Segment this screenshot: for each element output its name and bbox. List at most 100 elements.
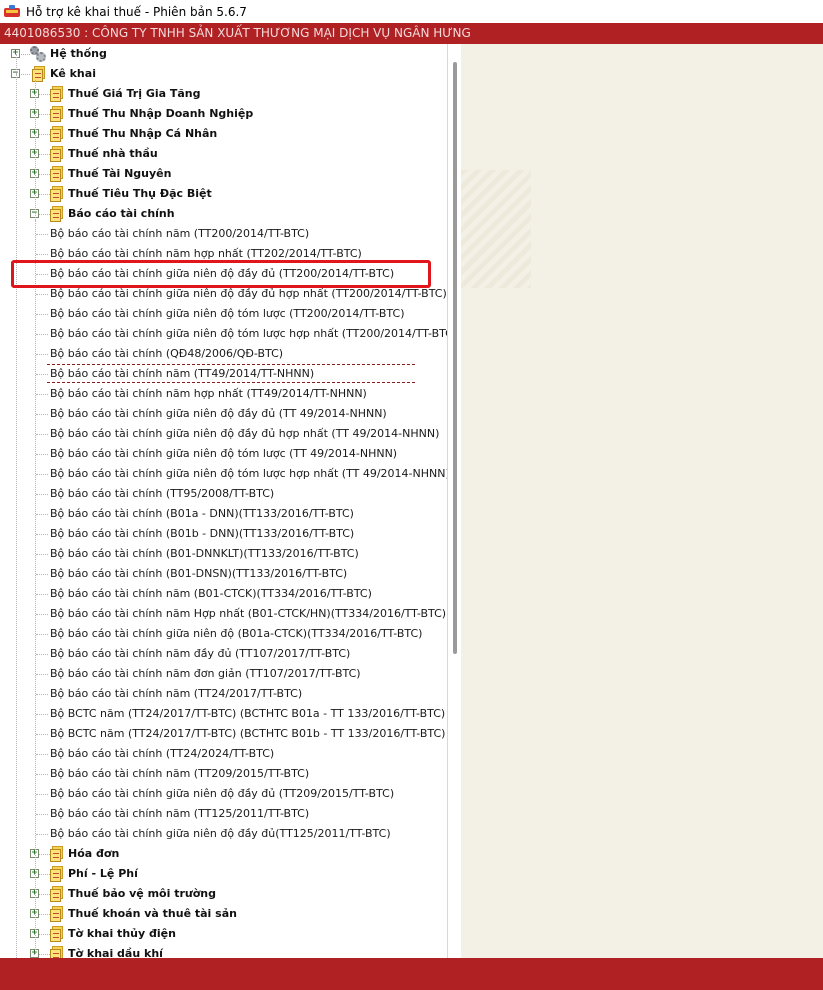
tree-connector-line [36,674,48,675]
tree-node-ke-khai[interactable]: Kê khai [0,64,447,84]
tree-group-label: Thuế Giá Trị Gia Tăng [68,87,201,100]
bctc-list-item[interactable]: Bộ báo cáo tài chính giữa niên độ tóm lư… [0,304,447,324]
window-title: Hỗ trợ kê khai thuế - Phiên bản 5.6.7 [26,4,247,19]
bctc-list-item[interactable]: Bộ báo cáo tài chính năm (TT200/2014/TT-… [0,224,447,244]
bctc-item-label: Bộ báo cáo tài chính năm đầy đủ (TT107/2… [50,647,351,660]
tree-group-label: Tờ khai thủy điện [68,927,176,940]
bctc-list-item[interactable]: Bộ báo cáo tài chính giữa niên độ đầy đủ… [0,424,447,444]
bctc-item-label: Bộ báo cáo tài chính năm (B01-CTCK)(TT33… [50,587,372,600]
tree-group-item[interactable]: Thuế nhà thầu [0,144,447,164]
bctc-item-label: Bộ báo cáo tài chính giữa niên độ đầy đủ… [50,427,440,440]
background-watermark [461,170,531,288]
tree-group-label: Thuế bảo vệ môi trường [68,887,216,900]
bctc-item-label: Bộ báo cáo tài chính giữa niên độ tóm lư… [50,447,398,460]
content-panel [461,44,823,958]
bctc-item-label: Bộ báo cáo tài chính (TT24/2024/TT-BTC) [50,747,275,760]
tree-group-item[interactable]: Tờ khai thủy điện [0,924,447,944]
tree-group-label: Thuế Tiêu Thụ Đặc Biệt [68,187,212,200]
window-titlebar: Hỗ trợ kê khai thuế - Phiên bản 5.6.7 [0,0,823,23]
bctc-item-label: Bộ báo cáo tài chính (TT95/2008/TT-BTC) [50,487,275,500]
bctc-list-item[interactable]: Bộ báo cáo tài chính giữa niên độ (B01a-… [0,624,447,644]
tree-connector-line [36,614,48,615]
tree-connector-line [36,494,48,495]
bctc-item-label: Bộ báo cáo tài chính giữa niên độ tóm lư… [50,467,447,480]
bctc-list-item[interactable]: Bộ BCTC năm (TT24/2017/TT-BTC) (BCTHTC B… [0,724,447,744]
tree-connector-line [36,814,48,815]
bctc-item-label: Bộ báo cáo tài chính (B01-DNSN)(TT133/20… [50,567,348,580]
bctc-list-item[interactable]: Bộ báo cáo tài chính năm hợp nhất (TT49/… [0,384,447,404]
tree-group-item[interactable]: Thuế Tài Nguyên [0,164,447,184]
tree-connector-line [36,294,48,295]
bctc-list-item[interactable]: Bộ báo cáo tài chính (B01b - DNN)(TT133/… [0,524,447,544]
bctc-list-item[interactable]: Bộ báo cáo tài chính giữa niên độ đầy đủ… [0,784,447,804]
bctc-list-item[interactable]: Bộ báo cáo tài chính (B01-DNNKLT)(TT133/… [0,544,447,564]
tree-connector-line [36,414,48,415]
bctc-list-item[interactable]: Bộ báo cáo tài chính năm (TT24/2017/TT-B… [0,684,447,704]
folder-icon [50,206,64,222]
company-bar: 4401086530 : CÔNG TY TNHH SẢN XUẤT THƯƠN… [0,23,823,44]
bctc-list-item[interactable]: Bộ báo cáo tài chính giữa niên độ tóm lư… [0,464,447,484]
tree-group-item[interactable]: Hóa đơn [0,844,447,864]
tree-connector-line [36,234,48,235]
bctc-list-item[interactable]: Bộ báo cáo tài chính giữa niên độ đầy đủ… [0,404,447,424]
tree-group-label: Hóa đơn [68,847,120,860]
bctc-item-label: Bộ báo cáo tài chính năm (TT125/2011/TT-… [50,807,310,820]
tree-group-item[interactable]: Thuế bảo vệ môi trường [0,884,447,904]
tree-connector-line [36,474,48,475]
bctc-item-label: Bộ báo cáo tài chính (QĐ48/2006/QĐ-BTC) [50,347,284,360]
tree-connector-line [36,434,48,435]
bctc-list-item[interactable]: Bộ báo cáo tài chính (QĐ48/2006/QĐ-BTC) [0,344,447,364]
bctc-list-item[interactable]: Bộ báo cáo tài chính năm Hợp nhất (B01-C… [0,604,447,624]
bctc-item-label: Bộ báo cáo tài chính giữa niên độ đầy đủ… [50,407,387,420]
tree-group-label: Thuế khoán và thuê tài sản [68,907,237,920]
tree-node-label: Kê khai [50,67,96,80]
focus-rectangle [47,364,415,383]
tree-group-item[interactable]: Thuế Tiêu Thụ Đặc Biệt [0,184,447,204]
bctc-list-item[interactable]: Bộ báo cáo tài chính (TT95/2008/TT-BTC) [0,484,447,504]
tree-connector-line [36,754,48,755]
tree-connector-line [36,694,48,695]
tree-scrollbar-thumb[interactable] [453,62,457,654]
tree-panel: Hệ thống Kê khai Thuế Giá Trị Gia Tăng Thuế… [0,44,447,958]
tree-connector-line [36,554,48,555]
tree-connector-line [36,454,48,455]
folder-icon [50,846,64,862]
bctc-list-item[interactable]: Bộ báo cáo tài chính giữa niên độ tóm lư… [0,324,447,344]
bctc-item-label: Bộ báo cáo tài chính giữa niên độ đầy đủ… [50,787,395,800]
bctc-list-item[interactable]: Bộ báo cáo tài chính năm đơn giản (TT107… [0,664,447,684]
tree-group-item[interactable]: Thuế Thu Nhập Doanh Nghiệp [0,104,447,124]
bctc-item-label: Bộ BCTC năm (TT24/2017/TT-BTC) (BCTHTC B… [50,707,446,720]
tree-group-item[interactable]: Báo cáo tài chính [0,204,447,224]
bctc-list-item[interactable]: Bộ báo cáo tài chính năm (TT125/2011/TT-… [0,804,447,824]
tree-connector-line [36,794,48,795]
tree-group-item[interactable]: Thuế Giá Trị Gia Tăng [0,84,447,104]
bctc-item-label: Bộ báo cáo tài chính giữa niên độ đầy đủ… [50,827,391,840]
bctc-list-item[interactable]: Bộ báo cáo tài chính giữa niên độ tóm lư… [0,444,447,464]
tree-connector-line [36,334,48,335]
bctc-list-item[interactable]: Bộ báo cáo tài chính (B01-DNSN)(TT133/20… [0,564,447,584]
bctc-item-label: Bộ báo cáo tài chính giữa niên độ tóm lư… [50,307,405,320]
bctc-item-label: Bộ báo cáo tài chính năm đơn giản (TT107… [50,667,361,680]
tree-group-item[interactable]: Thuế Thu Nhập Cá Nhân [0,124,447,144]
folder-icon [50,186,64,202]
bctc-list-item[interactable]: Bộ báo cáo tài chính giữa niên độ đầy đủ… [0,824,447,844]
bctc-list-item[interactable]: Bộ báo cáo tài chính năm (TT209/2015/TT-… [0,764,447,784]
bctc-item-label: Bộ báo cáo tài chính năm (TT24/2017/TT-B… [50,687,303,700]
bctc-list-item[interactable]: Bộ báo cáo tài chính năm (B01-CTCK)(TT33… [0,584,447,604]
bctc-list-item[interactable]: Bộ báo cáo tài chính năm đầy đủ (TT107/2… [0,644,447,664]
bctc-list-item[interactable]: Bộ báo cáo tài chính (TT24/2024/TT-BTC) [0,744,447,764]
tree-node-he-thong[interactable]: Hệ thống [0,44,447,64]
folder-icon [50,946,64,958]
gears-icon [30,46,46,62]
tree-group-item[interactable]: Phí - Lệ Phí [0,864,447,884]
tree-group-item[interactable]: Tờ khai dầu khí [0,944,447,958]
highlight-box [11,260,431,288]
tree-connector-line [36,514,48,515]
folder-icon [50,866,64,882]
bctc-list-item[interactable]: Bộ BCTC năm (TT24/2017/TT-BTC) (BCTHTC B… [0,704,447,724]
bctc-list-item[interactable]: Bộ báo cáo tài chính (B01a - DNN)(TT133/… [0,504,447,524]
bctc-list-item[interactable]: Bộ báo cáo tài chính năm (TT49/2014/TT-N… [0,364,447,384]
bctc-item-label: Bộ báo cáo tài chính năm hợp nhất (TT202… [50,247,362,260]
tree-group-item[interactable]: Thuế khoán và thuê tài sản [0,904,447,924]
folder-icon [50,166,64,182]
